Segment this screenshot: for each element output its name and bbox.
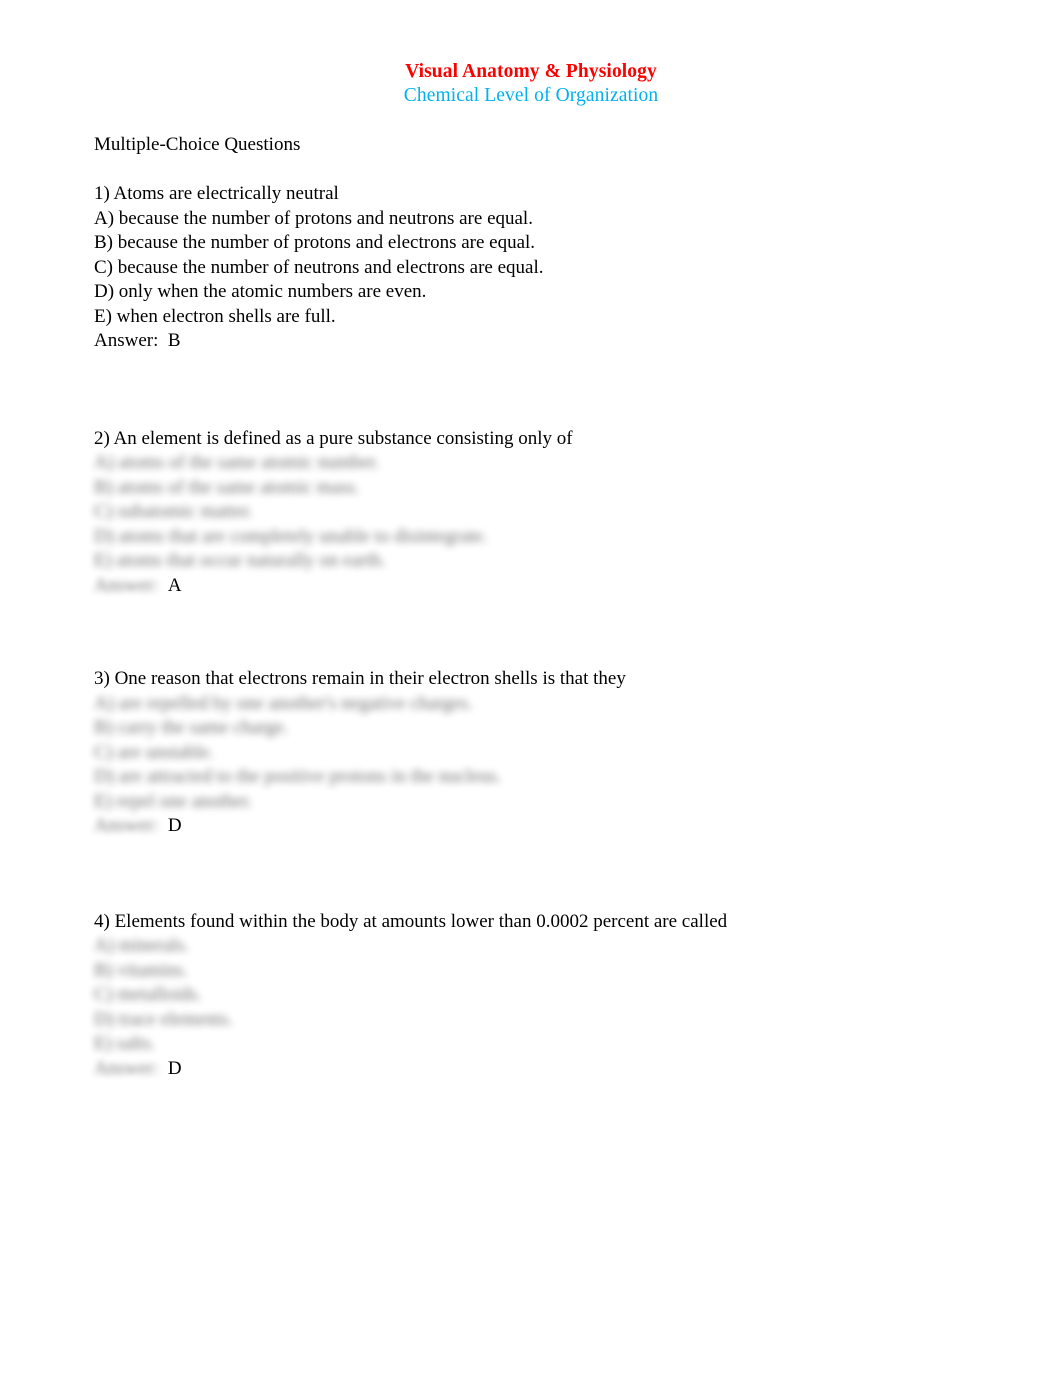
answer-letter: B [167,330,181,351]
answer-label: Answer: [94,815,159,836]
question-option: C) subatomic matter. [94,501,253,522]
question-block-2: 2) An element is defined as a pure subst… [94,427,994,599]
question-option: A) because the number of protons and neu… [94,207,533,229]
document-header: Visual Anatomy & Physiology Chemical Lev… [0,60,1062,108]
question-block-3: 3) One reason that electrons remain in t… [94,667,994,839]
question-option: B) atoms of the same atomic mass. [94,476,360,498]
answer-line: Answer: A [94,574,994,599]
answer-label: Answer: [94,1057,159,1079]
question-option: A) are repelled by one another's negativ… [94,692,473,714]
question-stem: 2) An element is defined as a pure subst… [94,427,573,449]
question-option: B) because the number of protons and ele… [94,232,536,253]
answer-line: Answer: B [94,329,994,354]
answer-line: Answer: D [94,1057,994,1082]
question-option: B) carry the same charge. [94,717,289,738]
question-option: C) because the number of neutrons and el… [94,256,544,278]
question-stem: 4) Elements found within the body at amo… [94,910,728,932]
answer-letter: D [167,815,182,836]
question-option: D) are attracted to the positive protons… [94,766,502,787]
question-option: E) salts. [94,1033,156,1054]
question-option: D) only when the atomic numbers are even… [94,281,427,302]
question-option: A) minerals. [94,935,189,956]
question-option: D) trace elements. [94,1008,233,1030]
document-body: Multiple-Choice Questions 1) Atoms are e… [94,133,994,1081]
document-title: Visual Anatomy & Physiology [405,61,657,82]
section-heading: Multiple-Choice Questions [94,134,301,155]
answer-letter: A [167,574,182,596]
question-option: E) when electron shells are full. [94,305,336,327]
answer-letter: D [167,1057,182,1079]
question-option: C) are unstable. [94,741,214,763]
question-block-1: 1) Atoms are electrically neutral A) bec… [94,182,994,354]
answer-label: Answer: [94,574,159,596]
question-option: B) vitamins. [94,959,188,981]
question-option: C) metalloids. [94,984,202,1005]
answer-label: Answer: [94,330,159,351]
question-option: E) atoms that occur naturally on earth. [94,550,386,571]
answer-line: Answer: D [94,814,994,839]
document-page: Visual Anatomy & Physiology Chemical Lev… [0,0,1062,1377]
question-option: E) repel one another. [94,790,253,812]
question-stem: 1) Atoms are electrically neutral [94,183,339,204]
question-stem: 3) One reason that electrons remain in t… [94,668,626,689]
document-subtitle: Chemical Level of Organization [403,85,659,106]
question-option: D) atoms that are completely unable to d… [94,525,488,547]
question-option: A) atoms of the same atomic number. [94,452,380,473]
question-block-4: 4) Elements found within the body at amo… [94,910,994,1082]
